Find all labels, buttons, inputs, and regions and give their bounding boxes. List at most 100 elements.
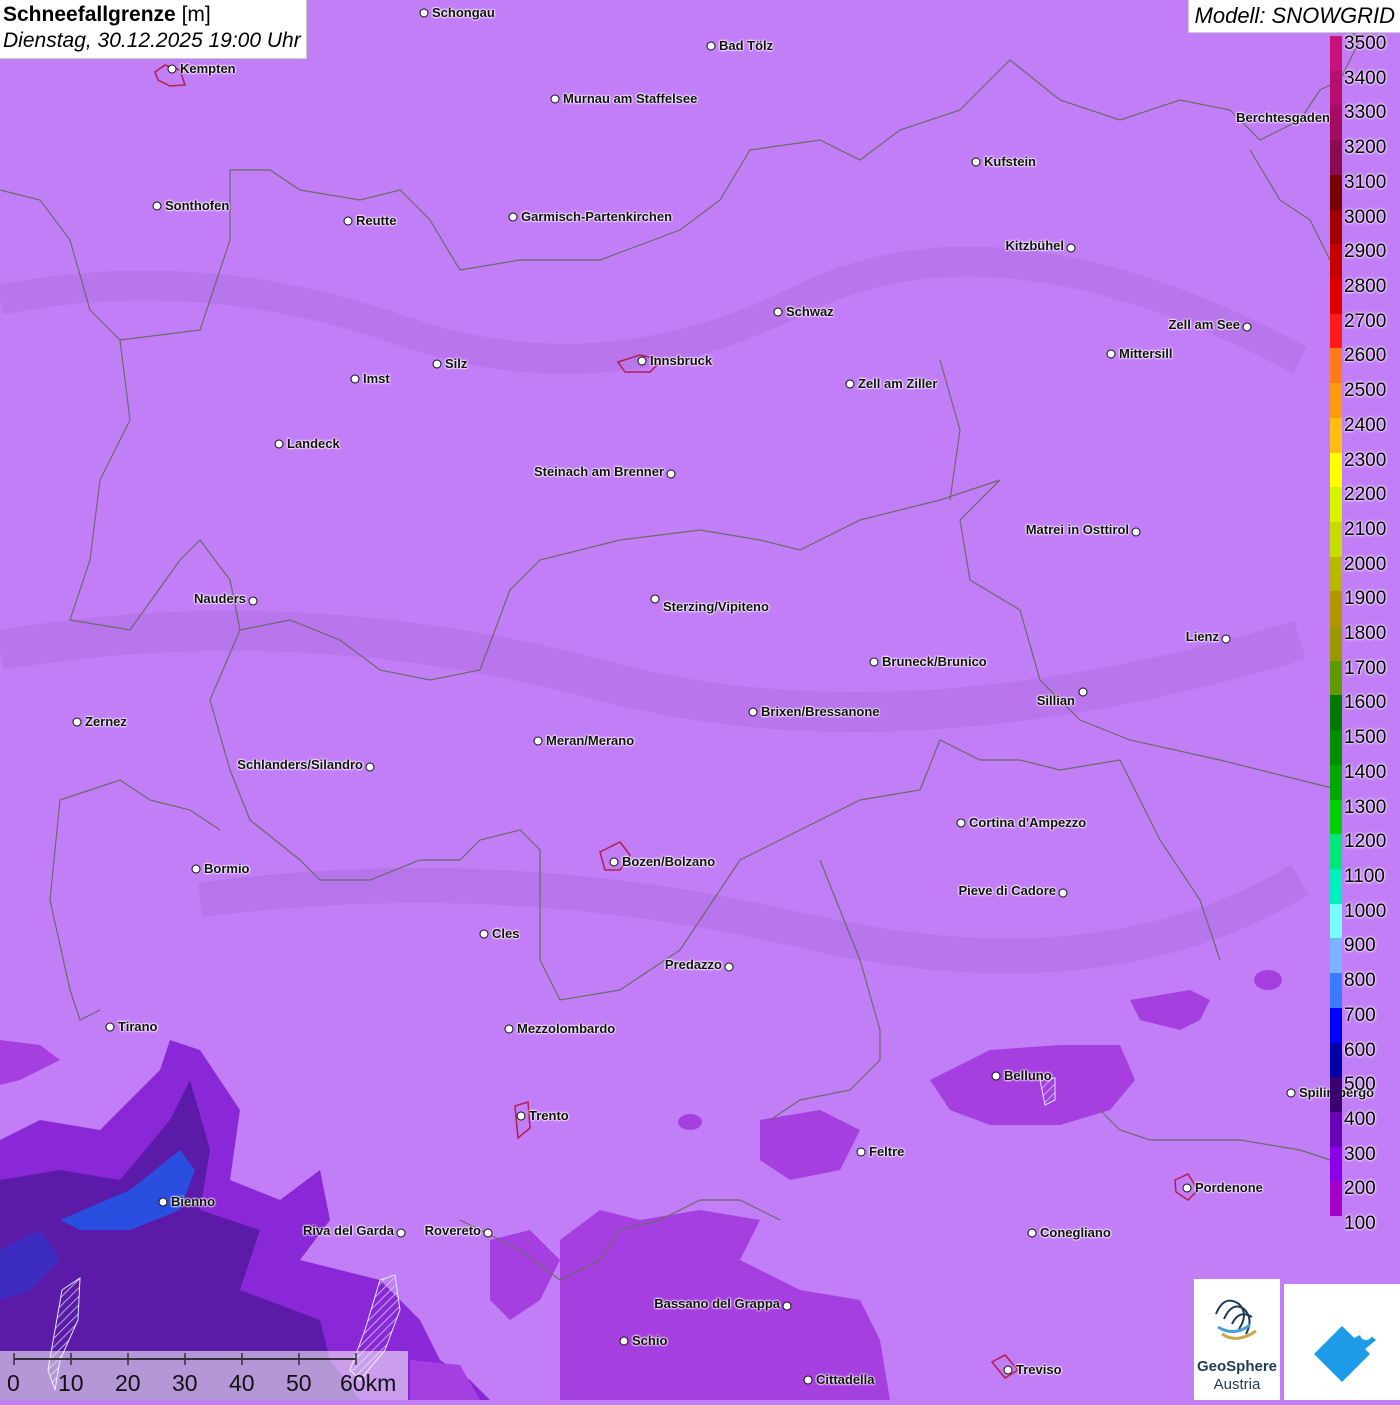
legend-label: 2700 — [1344, 310, 1387, 332]
city-marker-icon — [508, 212, 518, 222]
city-label: Zernez — [85, 714, 127, 729]
legend-label: 900 — [1344, 935, 1376, 957]
city-label: Zell am Ziller — [858, 376, 938, 391]
forecast-datetime: Dienstag, 30.12.2025 19:00 Uhr — [3, 29, 301, 52]
city-marker-icon — [1066, 243, 1076, 253]
city-marker-icon — [105, 1022, 115, 1032]
legend-swatch — [1330, 1181, 1342, 1217]
legend-swatch — [1330, 1007, 1342, 1043]
city-marker-icon — [971, 157, 981, 167]
city-marker-icon — [504, 1024, 514, 1034]
city-label: Mittersill — [1119, 346, 1173, 361]
legend-label: 2600 — [1344, 345, 1387, 367]
city-label: Landeck — [287, 436, 340, 451]
legend-label: 1000 — [1344, 900, 1387, 922]
legend-swatch — [1330, 764, 1342, 800]
city-marker-icon — [350, 374, 360, 384]
legend-label: 2000 — [1344, 553, 1387, 575]
city-marker-icon — [191, 864, 201, 874]
city-marker-icon — [533, 736, 543, 746]
city-label: Garmisch-Partenkirchen — [521, 209, 673, 224]
city-label: Silz — [445, 356, 468, 371]
legend-label: 1300 — [1344, 796, 1387, 818]
city-marker-icon — [274, 439, 284, 449]
city-marker-icon — [1058, 888, 1068, 898]
legend-label: 1600 — [1344, 692, 1387, 714]
legend-swatch — [1330, 695, 1342, 731]
model-label: Modell: SNOWGRID — [1187, 0, 1400, 33]
city-marker-icon — [483, 1228, 493, 1238]
legend-label: 1800 — [1344, 623, 1387, 645]
city-label: Sterzing/Vipiteno — [663, 599, 769, 614]
city-label: Rovereto — [424, 1223, 481, 1238]
city-label: Tirano — [118, 1019, 158, 1034]
geosphere-austria-logo[interactable]: GeoSphere Austria — [1194, 1279, 1280, 1400]
legend-label: 3000 — [1344, 206, 1387, 228]
legend-label: 2800 — [1344, 275, 1387, 297]
scale-label-50: 50 — [286, 1370, 312, 1396]
city-label: Innsbruck — [650, 353, 713, 368]
city-marker-icon — [609, 857, 619, 867]
city-marker-icon — [748, 707, 758, 717]
city-marker-icon — [1003, 1365, 1013, 1375]
map-title: Schneefallgrenze — [3, 3, 176, 26]
city-label: Schlanders/Silandro — [237, 757, 363, 772]
legend-swatch — [1330, 417, 1342, 453]
city-label: Kempten — [180, 61, 236, 76]
legend-swatch — [1330, 278, 1342, 314]
map-title-box: Schneefallgrenze [m] Dienstag, 30.12.202… — [0, 0, 307, 59]
city-label: Steinach am Brenner — [533, 464, 664, 479]
city-marker-icon — [1182, 1183, 1192, 1193]
legend-label: 1500 — [1344, 727, 1387, 749]
city-marker-icon — [248, 596, 258, 606]
legend-swatch — [1330, 1216, 1342, 1252]
city-label: Trento — [529, 1108, 569, 1123]
city-marker-icon — [550, 94, 560, 104]
city-marker-icon — [706, 41, 716, 51]
legend-swatch — [1330, 452, 1342, 488]
legend-swatch — [1330, 799, 1342, 835]
city-marker-icon — [1027, 1228, 1037, 1238]
city-label: Bassano del Grappa — [654, 1296, 780, 1311]
city-label: Feltre — [869, 1144, 905, 1159]
legend-label: 100 — [1344, 1213, 1376, 1235]
legend-swatch — [1330, 313, 1342, 349]
legend-label: 1700 — [1344, 657, 1387, 679]
legend-swatch — [1330, 556, 1342, 592]
legend-swatch — [1330, 1077, 1342, 1113]
city-label: Bormio — [204, 861, 250, 876]
city-marker-icon — [419, 8, 429, 18]
legend-label: 400 — [1344, 1109, 1376, 1130]
city-marker-icon — [803, 1375, 813, 1385]
city-marker-icon — [343, 216, 353, 226]
city-marker-icon — [991, 1071, 1001, 1081]
legend-swatch — [1330, 834, 1342, 870]
legend-swatch — [1330, 626, 1342, 662]
city-label: Imst — [363, 371, 390, 386]
legend-swatch — [1330, 105, 1342, 141]
city-marker-icon — [1286, 1088, 1296, 1098]
city-marker-icon — [479, 929, 489, 939]
legend-swatch — [1330, 383, 1342, 419]
app-logo[interactable] — [1284, 1284, 1400, 1400]
legend-label: 1400 — [1344, 761, 1387, 783]
legend-swatch — [1330, 487, 1342, 523]
city-marker-icon — [72, 717, 82, 727]
city-label: Predazzo — [664, 957, 722, 972]
legend-swatch — [1330, 938, 1342, 974]
city-label: Bad Tölz — [719, 38, 774, 53]
city-label: Sonthofen — [165, 198, 230, 213]
city-label: Schio — [632, 1333, 668, 1348]
city-marker-icon — [637, 356, 647, 366]
city-marker-icon — [516, 1111, 526, 1121]
legend-label: 600 — [1344, 1039, 1376, 1061]
city-marker-icon — [167, 64, 177, 74]
city-label: Cles — [492, 926, 520, 941]
legend-swatch — [1330, 660, 1342, 696]
legend-swatch — [1330, 348, 1342, 384]
legend-label: 2300 — [1344, 449, 1387, 471]
city-label: Pordenone — [1195, 1180, 1263, 1195]
legend-label: 3400 — [1344, 67, 1387, 89]
geosphere-logo-line2: Austria — [1213, 1376, 1261, 1393]
city-label: Reutte — [356, 213, 397, 228]
